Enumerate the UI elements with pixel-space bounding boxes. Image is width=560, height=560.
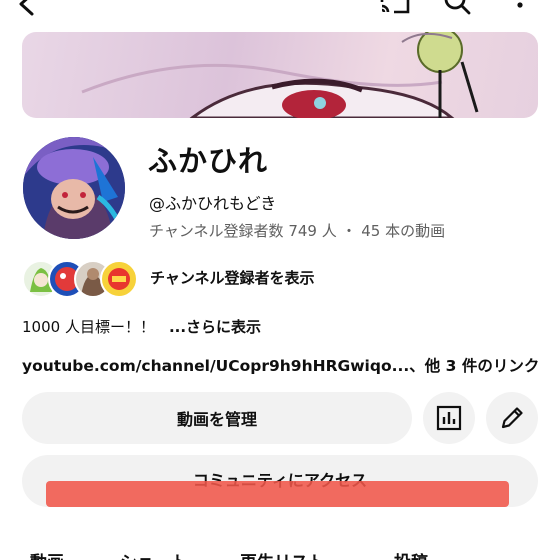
manage-videos-label: 動画を管理 bbox=[176, 410, 257, 429]
subscriber-avatar-art bbox=[108, 268, 130, 290]
more-vert-icon[interactable] bbox=[512, 0, 528, 16]
analytics-icon bbox=[436, 405, 462, 431]
tab-shorts[interactable]: ショート bbox=[120, 548, 188, 560]
other-links-count[interactable]: 、他 3 件のリンク bbox=[409, 357, 539, 375]
channel-handle: @ふかひれもどき bbox=[149, 194, 277, 213]
channel-avatar[interactable] bbox=[23, 137, 125, 239]
edit-channel-button[interactable] bbox=[486, 392, 538, 444]
show-more-link[interactable]: ...さらに表示 bbox=[169, 318, 261, 336]
analytics-button[interactable] bbox=[423, 392, 475, 444]
channel-tabs: 動画 ショート 再生リスト 投稿 bbox=[0, 540, 560, 560]
channel-link-url[interactable]: youtube.com/channel/UCopr9h9hHRGwiqo... bbox=[22, 357, 409, 375]
view-subscribers-row[interactable]: チャンネル登録者を表示 bbox=[22, 258, 442, 298]
tab-videos[interactable]: 動画 bbox=[30, 548, 64, 560]
channel-name: ふかひれ bbox=[148, 144, 269, 178]
manage-videos-button[interactable]: 動画を管理 bbox=[22, 392, 412, 444]
channel-banner bbox=[22, 32, 538, 118]
avatar-artwork bbox=[23, 137, 125, 239]
red-highlight-annotation bbox=[46, 481, 509, 507]
search-icon[interactable] bbox=[442, 0, 472, 16]
view-subscribers-label: チャンネル登録者を表示 bbox=[150, 269, 315, 287]
channel-stats: チャンネル登録者数 749 人 ・ 45 本の動画 bbox=[149, 222, 446, 240]
pencil-icon bbox=[501, 407, 523, 429]
cast-icon[interactable] bbox=[378, 0, 412, 16]
banner-artwork bbox=[81, 32, 479, 118]
channel-links[interactable]: youtube.com/channel/UCopr9h9hHRGwiqo...、… bbox=[22, 354, 539, 376]
channel-description[interactable]: 1000 人目標ー！！ ...さらに表示 bbox=[22, 316, 261, 337]
back-arrow-icon[interactable] bbox=[14, 0, 40, 16]
tab-playlists[interactable]: 再生リスト bbox=[240, 548, 325, 560]
description-text: 1000 人目標ー！！ bbox=[22, 318, 155, 336]
subscriber-avatar bbox=[100, 260, 138, 298]
tab-posts[interactable]: 投稿 bbox=[394, 548, 428, 560]
top-app-bar bbox=[0, 0, 560, 24]
